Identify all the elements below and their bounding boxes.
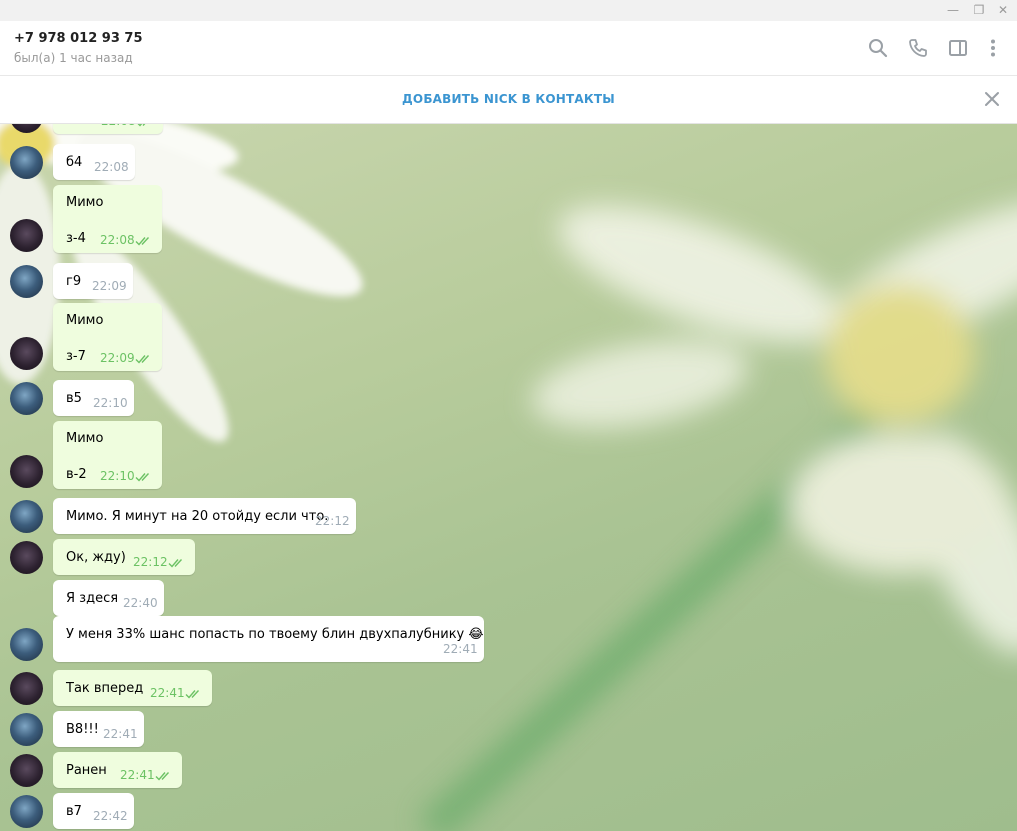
message-time: 22:40 bbox=[123, 596, 158, 610]
message-text: б4 bbox=[66, 155, 83, 170]
message-text: в5 bbox=[66, 391, 82, 406]
message-list[interactable]: 22:08 б4 22:08 Мимо з-4 22:08 г9 22:09 Мимо з-7 22… bbox=[0, 124, 1017, 831]
window-titlebar: — ❐ ✕ bbox=[0, 0, 1017, 21]
message-text: Мимо bbox=[66, 195, 104, 210]
incoming-message[interactable]: г9 22:09 bbox=[53, 263, 133, 299]
self-avatar[interactable] bbox=[10, 672, 43, 705]
message-text: У меня 33% шанс попасть по твоему блин д… bbox=[66, 627, 484, 642]
search-icon[interactable] bbox=[867, 37, 889, 59]
outgoing-message[interactable]: Ранен 22:41 bbox=[53, 752, 182, 788]
message-text: В8!!! bbox=[66, 722, 99, 737]
message-time: 22:10 bbox=[93, 396, 128, 410]
incoming-message[interactable]: Мимо. Я минут на 20 отойду если что. 22:1… bbox=[53, 498, 356, 534]
incoming-message[interactable]: в5 22:10 bbox=[53, 380, 134, 416]
incoming-message[interactable]: б4 22:08 bbox=[53, 144, 135, 180]
incoming-message[interactable]: У меня 33% шанс попасть по твоему блин д… bbox=[53, 616, 484, 662]
read-receipt-icon bbox=[135, 355, 150, 364]
message-text: Ок, жду) bbox=[66, 550, 126, 565]
outgoing-message[interactable]: Мимо з-7 22:09 bbox=[53, 303, 162, 371]
read-receipt-icon bbox=[185, 690, 200, 699]
more-vertical-icon[interactable] bbox=[982, 37, 1004, 59]
outgoing-message[interactable]: Так вперед 22:41 bbox=[53, 670, 212, 706]
add-contact-banner: ДОБАВИТЬ NICK В КОНТАКТЫ bbox=[0, 76, 1017, 124]
message-time: 22:08 bbox=[100, 233, 135, 247]
close-window-button[interactable]: ✕ bbox=[994, 2, 1012, 18]
message-text: Так вперед bbox=[66, 681, 144, 696]
contact-name[interactable]: +7 978 012 93 75 bbox=[14, 31, 143, 46]
message-text: з-4 bbox=[66, 231, 86, 246]
message-time: 22:41 bbox=[120, 768, 155, 782]
contact-avatar[interactable] bbox=[10, 265, 43, 298]
contact-status: был(а) 1 час назад bbox=[14, 51, 133, 65]
contact-avatar[interactable] bbox=[10, 500, 43, 533]
read-receipt-icon bbox=[135, 237, 150, 246]
message-text: Мимо bbox=[66, 313, 104, 328]
add-contact-button[interactable]: ДОБАВИТЬ NICK В КОНТАКТЫ bbox=[0, 92, 1017, 106]
self-avatar[interactable] bbox=[10, 754, 43, 787]
contact-avatar[interactable] bbox=[10, 146, 43, 179]
message-time: 22:08 bbox=[101, 124, 136, 129]
message-text: Мимо. Я минут на 20 отойду если что. bbox=[66, 509, 329, 524]
chat-header: +7 978 012 93 75 был(а) 1 час назад bbox=[0, 21, 1017, 76]
contact-avatar[interactable] bbox=[10, 713, 43, 746]
message-text: в-2 bbox=[66, 467, 87, 482]
message-time: 22:12 bbox=[315, 514, 350, 528]
close-icon[interactable] bbox=[983, 90, 1001, 108]
contact-avatar[interactable] bbox=[10, 382, 43, 415]
message-text: в7 bbox=[66, 804, 82, 819]
read-receipt-icon bbox=[168, 559, 183, 568]
self-avatar[interactable] bbox=[10, 219, 43, 252]
read-receipt-icon bbox=[137, 124, 146, 127]
message-time: 22:09 bbox=[100, 351, 135, 365]
message-time: 22:41 bbox=[103, 727, 138, 741]
message-time: 22:09 bbox=[92, 279, 127, 293]
self-avatar[interactable] bbox=[10, 337, 43, 370]
message-text: з-7 bbox=[66, 349, 86, 364]
incoming-message[interactable]: В8!!! 22:41 bbox=[53, 711, 144, 747]
read-receipt-icon bbox=[135, 473, 150, 482]
outgoing-message[interactable]: 22:08 bbox=[53, 124, 163, 134]
minimize-button[interactable]: — bbox=[944, 2, 962, 18]
message-time: 22:12 bbox=[133, 555, 168, 569]
self-avatar[interactable] bbox=[10, 541, 43, 574]
incoming-message[interactable]: в7 22:42 bbox=[53, 793, 134, 829]
self-avatar[interactable] bbox=[10, 455, 43, 488]
contact-avatar[interactable] bbox=[10, 795, 43, 828]
message-text: Я здеся bbox=[66, 591, 119, 606]
contact-avatar[interactable] bbox=[10, 628, 43, 661]
message-time: 22:42 bbox=[93, 809, 128, 823]
phone-icon[interactable] bbox=[907, 37, 929, 59]
outgoing-message[interactable]: Мимо з-4 22:08 bbox=[53, 185, 162, 253]
message-time: 22:41 bbox=[443, 642, 478, 656]
message-text: Мимо bbox=[66, 431, 104, 446]
message-text: г9 bbox=[66, 274, 82, 289]
message-time: 22:10 bbox=[100, 469, 135, 483]
maximize-button[interactable]: ❐ bbox=[970, 2, 988, 18]
incoming-message[interactable]: Я здеся 22:40 bbox=[53, 580, 164, 616]
message-time: 22:41 bbox=[150, 686, 185, 700]
message-time: 22:08 bbox=[94, 160, 129, 174]
read-receipt-icon bbox=[155, 772, 170, 781]
sidebar-toggle-icon[interactable] bbox=[947, 37, 969, 59]
message-text: Ранен bbox=[66, 763, 107, 778]
outgoing-message[interactable]: Ок, жду) 22:12 bbox=[53, 539, 195, 575]
outgoing-message[interactable]: Мимо в-2 22:10 bbox=[53, 421, 162, 489]
